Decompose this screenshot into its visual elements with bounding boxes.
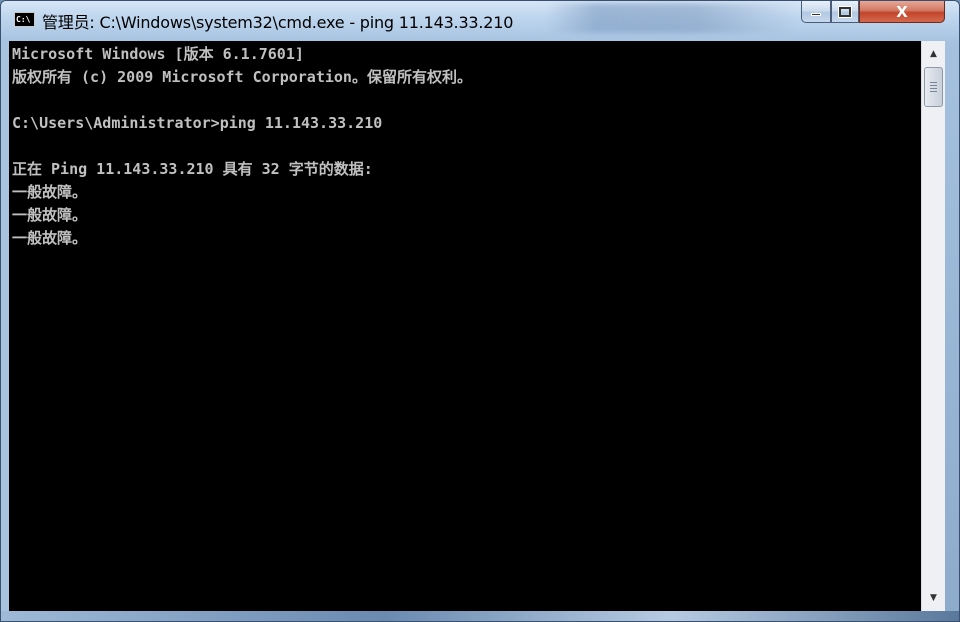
scroll-down-button[interactable]: ▼	[922, 587, 945, 609]
console-line: 一般故障。	[12, 229, 88, 247]
cmd-window: C:\ 管理员: C:\Windows\system32\cmd.exe - p…	[0, 0, 960, 622]
vertical-scrollbar[interactable]: ▲ ▼	[921, 41, 945, 611]
title-bar[interactable]: C:\ 管理员: C:\Windows\system32\cmd.exe - p…	[1, 1, 959, 41]
maximize-button[interactable]	[831, 1, 859, 23]
console-output[interactable]: Microsoft Windows [版本 6.1.7601] 版权所有 (c)…	[9, 41, 921, 611]
window-frame-bottom	[1, 611, 959, 621]
minimize-icon	[811, 13, 821, 16]
console-line: Microsoft Windows [版本 6.1.7601]	[12, 45, 304, 63]
close-button[interactable]: X	[859, 1, 945, 23]
close-icon: X	[896, 2, 908, 21]
grip-line	[930, 85, 937, 86]
minimize-button[interactable]	[801, 1, 831, 23]
title-bar-glass	[546, 3, 796, 33]
window-frame-right	[945, 41, 959, 611]
console-line: 版权所有 (c) 2009 Microsoft Corporation。保留所有…	[12, 68, 472, 86]
window-frame-left	[1, 41, 9, 611]
maximize-icon	[838, 5, 852, 18]
grip-line	[930, 82, 937, 83]
console-line: C:\Users\Administrator>ping 11.143.33.21…	[12, 114, 383, 132]
grip-line	[930, 91, 937, 92]
console-line: 一般故障。	[12, 183, 88, 201]
console-line: 正在 Ping 11.143.33.210 具有 32 字节的数据:	[12, 160, 373, 178]
console-line: 一般故障。	[12, 206, 88, 224]
scroll-up-button[interactable]: ▲	[922, 43, 945, 65]
scrollbar-thumb[interactable]	[924, 67, 943, 107]
arrow-down-icon: ▼	[930, 593, 937, 603]
grip-line	[930, 88, 937, 89]
cmd-app-icon[interactable]: C:\	[14, 12, 35, 27]
arrow-up-icon: ▲	[930, 49, 937, 59]
window-title: 管理员: C:\Windows\system32\cmd.exe - ping …	[42, 13, 514, 32]
